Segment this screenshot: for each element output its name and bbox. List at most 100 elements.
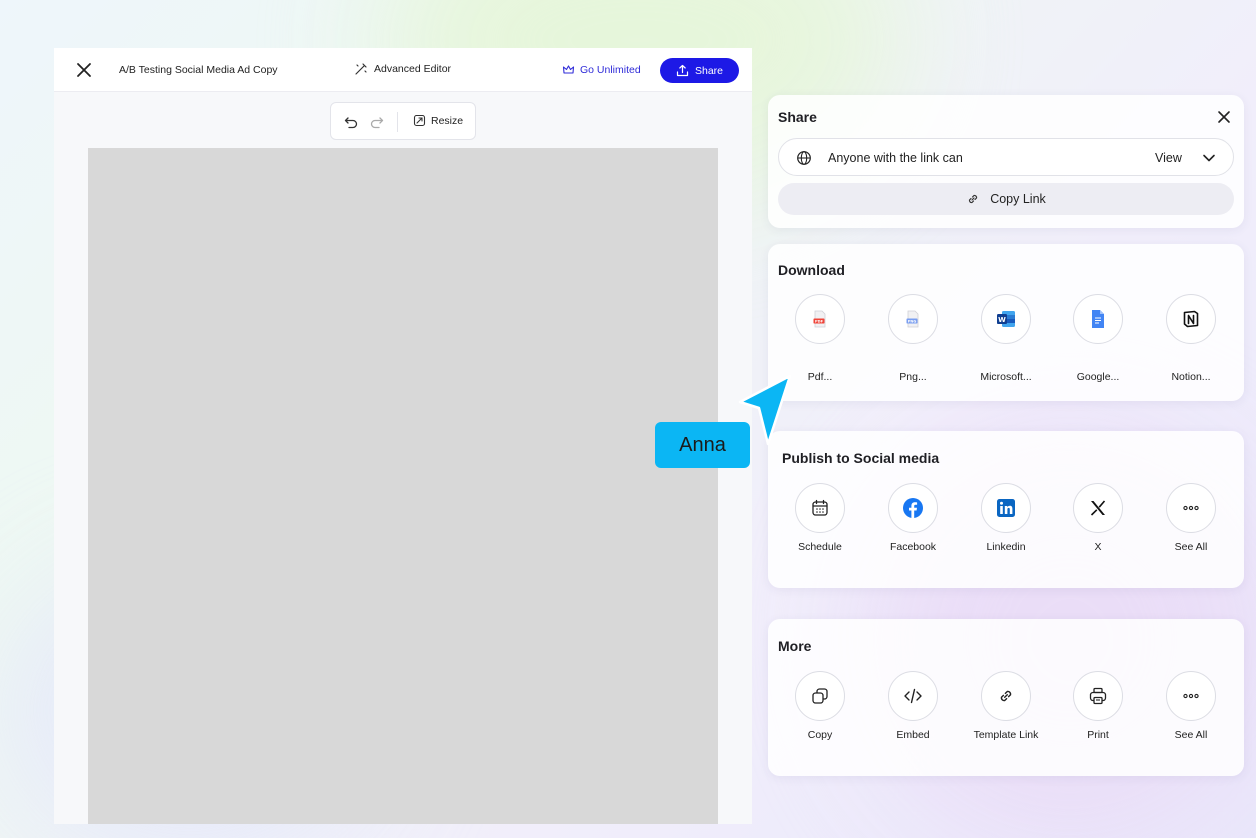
download-panel-title: Download	[778, 262, 845, 278]
copy-button[interactable]: Copy	[774, 671, 866, 741]
download-pdf-button[interactable]: PDF Pdf...	[774, 294, 866, 383]
icon-circle	[981, 671, 1031, 721]
share-button[interactable]: Share	[660, 58, 739, 83]
advanced-editor-button[interactable]: Advanced Editor	[354, 62, 451, 76]
more-panel: More Copy Embed Template Link Print See …	[768, 619, 1244, 776]
icon-circle: PNG	[888, 294, 938, 344]
schedule-button[interactable]: Schedule	[774, 483, 866, 553]
download-panel: Download PDF Pdf... PNG Png... W Microso…	[768, 244, 1244, 401]
go-unlimited-label: Go Unlimited	[580, 63, 641, 76]
editor-window: A/B Testing Social Media Ad Copy Advance…	[54, 48, 752, 824]
download-microsoft-label: Microsoft...	[980, 371, 1032, 383]
icon-circle	[888, 483, 938, 533]
publish-social-title: Publish to Social media	[782, 450, 940, 466]
download-microsoft-button[interactable]: W Microsoft...	[960, 294, 1052, 383]
icon-circle	[1166, 294, 1216, 344]
copy-icon	[812, 688, 828, 704]
embed-label: Embed	[896, 729, 930, 741]
share-button-label: Share	[694, 64, 724, 77]
canvas-toolbar: Resize	[330, 102, 476, 140]
icon-circle	[1073, 294, 1123, 344]
template-link-button[interactable]: Template Link	[960, 671, 1052, 741]
more-panel-title: More	[778, 638, 812, 654]
embed-button[interactable]: Embed	[867, 671, 959, 741]
redo-icon[interactable]	[369, 114, 385, 130]
linkedin-icon	[997, 499, 1015, 517]
calendar-icon	[812, 499, 828, 516]
pdf-icon: PDF	[813, 310, 826, 328]
download-google-button[interactable]: Google...	[1052, 294, 1144, 383]
link-permission-select[interactable]: Anyone with the link can View	[778, 138, 1234, 176]
icon-circle	[1166, 671, 1216, 721]
x-button[interactable]: X	[1052, 483, 1144, 553]
see-all-more-label: See All	[1174, 729, 1208, 741]
download-png-button[interactable]: PNG Png...	[867, 294, 959, 383]
icon-circle	[981, 483, 1031, 533]
icon-circle	[1073, 671, 1123, 721]
chevron-down-icon	[1203, 154, 1215, 162]
more-icon	[1183, 505, 1199, 511]
x-label: X	[1094, 541, 1102, 553]
close-icon[interactable]	[1216, 109, 1232, 125]
publish-social-panel: Publish to Social media Schedule Faceboo	[768, 431, 1244, 588]
globe-icon	[797, 151, 811, 165]
editor-topbar: A/B Testing Social Media Ad Copy Advance…	[54, 48, 752, 92]
toolbar-divider	[397, 112, 398, 132]
share-panel: Share Anyone with the link can View Copy…	[768, 95, 1244, 228]
collaborator-name-tag: Anna	[655, 422, 750, 468]
undo-icon[interactable]	[343, 114, 359, 130]
copy-label: Copy	[807, 729, 833, 741]
microsoft-word-icon: W	[997, 311, 1015, 327]
icon-circle	[1166, 483, 1216, 533]
facebook-label: Facebook	[889, 541, 937, 553]
embed-icon	[904, 688, 922, 704]
facebook-button[interactable]: Facebook	[867, 483, 959, 553]
print-button[interactable]: Print	[1052, 671, 1144, 741]
copy-link-label: Copy Link	[990, 192, 1046, 206]
share-panel-title: Share	[778, 109, 817, 125]
icon-circle: PDF	[795, 294, 845, 344]
print-label: Print	[1087, 729, 1109, 741]
download-notion-label: Notion...	[1171, 371, 1211, 383]
icon-circle	[1073, 483, 1123, 533]
resize-label: Resize	[431, 114, 464, 127]
icon-circle	[795, 671, 845, 721]
linkedin-label: Linkedin	[986, 541, 1026, 553]
facebook-icon	[903, 498, 923, 518]
linkedin-button[interactable]: Linkedin	[960, 483, 1052, 553]
download-google-label: Google...	[1076, 371, 1120, 383]
upload-icon	[676, 64, 689, 77]
copy-link-button[interactable]: Copy Link	[778, 183, 1234, 215]
link-icon	[969, 194, 978, 204]
crown-icon	[562, 65, 575, 74]
schedule-label: Schedule	[798, 541, 842, 553]
resize-button[interactable]: Resize	[413, 114, 463, 127]
close-icon[interactable]	[74, 60, 94, 80]
see-all-social-button[interactable]: See All	[1145, 483, 1237, 553]
print-icon	[1089, 687, 1107, 705]
icon-circle	[888, 671, 938, 721]
magic-wand-icon	[355, 63, 367, 75]
download-notion-button[interactable]: Notion...	[1145, 294, 1237, 383]
more-icon	[1183, 693, 1199, 699]
download-png-label: Png...	[899, 371, 927, 383]
svg-text:W: W	[998, 316, 1006, 324]
permission-text: Anyone with the link can	[828, 151, 963, 165]
google-docs-icon	[1092, 310, 1104, 328]
permission-value: View	[1155, 151, 1182, 165]
png-icon: PNG	[906, 310, 919, 328]
advanced-editor-label: Advanced Editor	[374, 63, 452, 75]
template-link-label: Template Link	[973, 729, 1039, 741]
icon-circle	[795, 483, 845, 533]
see-all-social-label: See All	[1174, 541, 1208, 553]
link-icon	[1000, 690, 1012, 702]
icon-circle: W	[981, 294, 1031, 344]
resize-icon	[413, 114, 426, 127]
notion-icon	[1183, 310, 1199, 328]
see-all-more-button[interactable]: See All	[1145, 671, 1237, 741]
svg-text:PNG: PNG	[908, 320, 917, 324]
svg-text:PDF: PDF	[815, 320, 824, 324]
go-unlimited-button[interactable]: Go Unlimited	[562, 63, 641, 76]
document-canvas[interactable]	[88, 148, 718, 824]
document-title: A/B Testing Social Media Ad Copy	[119, 64, 278, 76]
